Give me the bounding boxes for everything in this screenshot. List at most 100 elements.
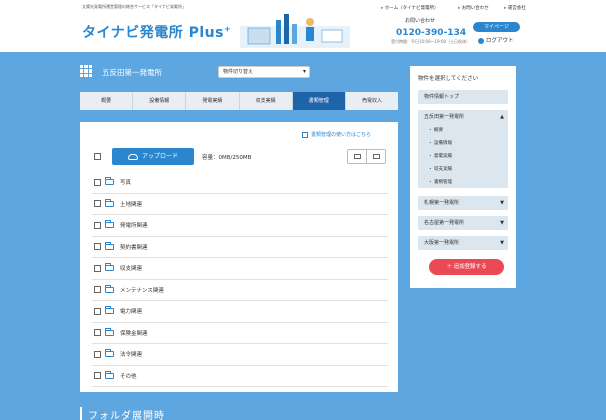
folder-name: 土地関連 bbox=[120, 201, 143, 208]
tab-balance[interactable]: 収支実績 bbox=[240, 92, 293, 110]
external-link-icon bbox=[302, 131, 308, 138]
sidebar-top-link[interactable]: 物件情報トップ bbox=[418, 90, 508, 104]
folder-name: その他 bbox=[120, 373, 137, 380]
folder-row[interactable]: その他 bbox=[92, 366, 388, 387]
folder-view-icon bbox=[372, 154, 380, 159]
help-link[interactable]: 書類管理の使い方はこちら bbox=[302, 131, 371, 138]
site-logo[interactable]: タイナビ発電所 Plus+ bbox=[82, 22, 231, 42]
folder-checkbox[interactable] bbox=[94, 200, 101, 208]
logout-icon bbox=[478, 37, 484, 44]
folder-checkbox[interactable] bbox=[94, 243, 101, 251]
sidebar-title: 物件を選択してください bbox=[418, 76, 479, 82]
documents-panel: 書類管理の使い方はこちら アップロード 容量：0MB/250MB 写真土地関連発… bbox=[80, 122, 398, 392]
sidebar-plant-sapporo-label: 札幌第一発電所 bbox=[424, 200, 460, 206]
header-illustration bbox=[240, 14, 350, 48]
folder-icon bbox=[105, 198, 114, 207]
folder-checkbox[interactable] bbox=[94, 350, 101, 358]
nav-contact-link[interactable]: お問い合わせ bbox=[458, 5, 489, 11]
chevron-down-icon: ▼ bbox=[500, 240, 504, 246]
upload-button[interactable]: アップロード bbox=[112, 148, 194, 165]
view-toggle bbox=[347, 149, 386, 164]
folder-icon bbox=[105, 327, 114, 336]
sidebar-plant-sapporo[interactable]: 札幌第一発電所 ▼ bbox=[418, 196, 508, 210]
folder-icon bbox=[105, 306, 114, 315]
folder-checkbox[interactable] bbox=[94, 178, 101, 186]
sidebar-subitem[interactable]: 収支実績 bbox=[418, 163, 508, 176]
contact-label: お問い合わせ bbox=[405, 18, 436, 24]
folder-icon bbox=[105, 220, 114, 229]
folder-row[interactable]: 収支関連 bbox=[92, 258, 388, 280]
folder-row[interactable]: 法令関連 bbox=[92, 344, 388, 366]
folder-view-button[interactable] bbox=[367, 150, 385, 163]
help-link-label: 書類管理の使い方はこちら bbox=[311, 132, 372, 138]
phone-number[interactable]: 0120-390-134 bbox=[396, 28, 466, 38]
sidebar-subitem[interactable]: 発電実績 bbox=[418, 150, 508, 163]
folder-name: 収支関連 bbox=[120, 266, 143, 273]
list-view-icon bbox=[353, 154, 361, 159]
folder-row[interactable]: 発電所関連 bbox=[92, 215, 388, 237]
folder-icon bbox=[105, 241, 114, 250]
folder-icon bbox=[105, 263, 114, 272]
cloud-upload-icon bbox=[127, 153, 138, 160]
folder-name: メンテナンス関連 bbox=[120, 287, 164, 294]
folder-row[interactable]: 電力関連 bbox=[92, 301, 388, 323]
logout-link[interactable]: ログアウト bbox=[478, 36, 514, 44]
upload-label: アップロード bbox=[141, 153, 178, 160]
section-heading: フォルダ展開時 bbox=[80, 407, 165, 420]
sidebar-subitems: 概要設備情報発電実績収支実績書類管理 bbox=[418, 124, 508, 189]
folder-name: 写真 bbox=[120, 180, 132, 187]
folder-checkbox[interactable] bbox=[94, 286, 101, 294]
folder-icon bbox=[105, 284, 114, 293]
sidebar-plant-osaka-label: 大阪第一発電所 bbox=[424, 240, 460, 246]
sidebar-current-plant-label: 五反田第一発電所 bbox=[424, 114, 465, 120]
sidebar-current-plant: 五反田第一発電所 ▲ 概要設備情報発電実績収支実績書類管理 bbox=[418, 110, 508, 189]
sidebar-subitem[interactable]: 書類管理 bbox=[418, 176, 508, 189]
plant-title: 五反田第一発電所 bbox=[102, 68, 162, 77]
folder-checkbox[interactable] bbox=[94, 307, 101, 315]
sidebar-plant-nagoya-label: 名古屋第一発電所 bbox=[424, 220, 465, 226]
folder-checkbox[interactable] bbox=[94, 264, 101, 272]
sidebar-subitem[interactable]: 概要 bbox=[418, 124, 508, 137]
logout-label: ログアウト bbox=[486, 38, 514, 44]
plant-tabs: 概要 設備情報 発電実績 収支実績 書類管理 売電収入 bbox=[80, 92, 398, 110]
tab-overview[interactable]: 概要 bbox=[80, 92, 134, 110]
tab-generation[interactable]: 発電実績 bbox=[186, 92, 240, 110]
folder-name: 契約書関連 bbox=[120, 244, 148, 251]
logo-sup: + bbox=[223, 24, 232, 34]
nav-home-link[interactable]: ホーム（タイナビ発電所） bbox=[381, 5, 439, 11]
tab-equipment[interactable]: 設備情報 bbox=[133, 92, 187, 110]
folder-name: 保険金関連 bbox=[120, 330, 148, 337]
folder-list: 写真土地関連発電所関連契約書関連収支関連メンテナンス関連 電力関連保険金関連法令関… bbox=[92, 172, 388, 387]
folder-row[interactable]: 保険金関連 bbox=[92, 323, 388, 344]
folder-name: 電力関連 bbox=[120, 309, 143, 316]
folder-row[interactable]: メンテナンス関連 bbox=[92, 280, 388, 301]
site-tagline: 太陽光発電所運営管理の総合サービス「タイナビ発電所」 bbox=[82, 4, 186, 9]
list-view-button[interactable] bbox=[348, 150, 367, 163]
add-property-label: 追加登録する bbox=[453, 264, 487, 270]
tab-sales[interactable]: 売電収入 bbox=[346, 92, 398, 110]
plant-switch-select[interactable]: 物件切り替え bbox=[218, 66, 310, 78]
add-property-button[interactable]: ＋ 追加登録する bbox=[429, 259, 504, 275]
chevron-down-icon: ▼ bbox=[500, 220, 504, 226]
sidebar-plant-osaka[interactable]: 大阪第一発電所 ▼ bbox=[418, 236, 508, 250]
folder-name: 発電所関連 bbox=[120, 223, 148, 230]
folder-name: 法令関連 bbox=[120, 352, 143, 359]
mypage-button[interactable]: マイページ bbox=[473, 22, 520, 32]
folder-checkbox[interactable] bbox=[94, 372, 101, 380]
tab-documents[interactable]: 書類管理 bbox=[292, 92, 346, 110]
folder-row[interactable]: 写真 bbox=[92, 172, 388, 194]
folder-checkbox[interactable] bbox=[94, 221, 101, 229]
phone-hours: 受付時間：平日10:00〜19:00（土日祝休） bbox=[391, 39, 471, 44]
nav-company-link[interactable]: 運営会社 bbox=[504, 5, 526, 11]
folder-row[interactable]: 契約書関連 bbox=[92, 237, 388, 258]
folder-icon bbox=[105, 370, 114, 379]
folder-row[interactable]: 土地関連 bbox=[92, 194, 388, 215]
site-header: 太陽光発電所運営管理の総合サービス「タイナビ発電所」 タイナビ発電所 Plus+… bbox=[0, 0, 606, 52]
folder-checkbox[interactable] bbox=[94, 329, 101, 337]
select-all-checkbox[interactable] bbox=[94, 153, 101, 160]
sidebar-plant-nagoya[interactable]: 名古屋第一発電所 ▼ bbox=[418, 216, 508, 230]
sidebar-current-plant-header[interactable]: 五反田第一発電所 ▲ bbox=[418, 110, 508, 124]
sidebar-subitem[interactable]: 設備情報 bbox=[418, 137, 508, 150]
chevron-down-icon: ▼ bbox=[500, 200, 504, 206]
storage-capacity: 容量：0MB/250MB bbox=[202, 155, 252, 161]
